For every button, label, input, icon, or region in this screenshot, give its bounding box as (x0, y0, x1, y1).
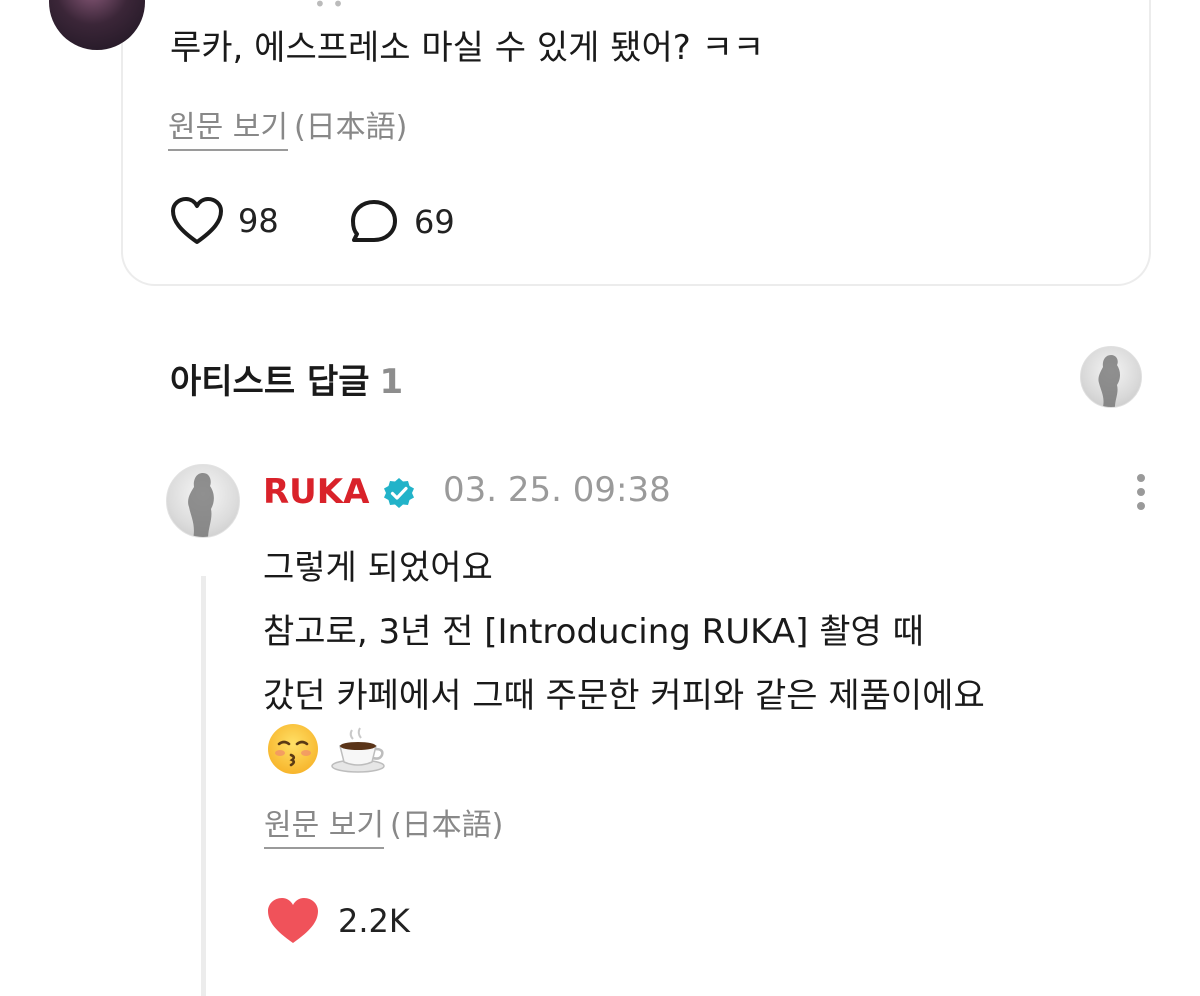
reply-timestamp: 03. 25. 09:38 (443, 470, 671, 510)
post-like-count: 98 (238, 202, 279, 240)
reply-author-silhouette (188, 473, 214, 537)
post-translate-lang: (日本語) (293, 110, 408, 145)
reply-like-button[interactable]: 2.2K (266, 896, 410, 946)
post-translate-link[interactable]: 원문 보기 (168, 110, 288, 151)
reply-thread-line (201, 576, 206, 996)
post-comment-count: 69 (414, 203, 455, 241)
reply-like-count: 2.2K (338, 902, 410, 940)
post-comment-button[interactable]: 69 (348, 198, 455, 246)
reply-author-avatar[interactable] (166, 464, 240, 538)
verified-badge-icon (384, 478, 414, 508)
kissing-face-emoji (268, 724, 318, 774)
reply-emoji-row (266, 722, 390, 776)
artist-replies-title: 아티스트 답글 (170, 362, 370, 402)
post-text: 루카, 에스프레소 마실 수 있게 됐어? ㅋㅋ (170, 28, 765, 68)
reply-translate-link[interactable]: 원문 보기 (264, 808, 384, 849)
post-like-button[interactable]: 98 (170, 196, 279, 246)
artist-avatar-small[interactable] (1080, 346, 1142, 408)
post-translate-toggle[interactable]: 원문 보기 (日本語) (168, 102, 408, 151)
hot-beverage-emoji (331, 727, 385, 773)
reply-line: 그렇게 되었어요 (263, 548, 493, 588)
more-vertical-icon[interactable] (1126, 472, 1156, 512)
heart-filled-icon (268, 898, 318, 943)
reply-translate-toggle[interactable]: 원문 보기 (日本語) (264, 800, 504, 849)
reply-author-name[interactable]: RUKA (263, 472, 369, 512)
reply-text: 그렇게 되었어요 참고로, 3년 전 [Introducing RUKA] 촬영… (263, 536, 985, 728)
comment-bubble-icon (351, 200, 397, 242)
artist-replies-header: 아티스트 답글 1 (170, 354, 403, 403)
reply-line: 갔던 카페에서 그때 주문한 커피와 같은 제품이에요 (263, 676, 985, 716)
reply-line: 참고로, 3년 전 [Introducing RUKA] 촬영 때 (263, 612, 924, 652)
heart-outline-icon (171, 197, 223, 244)
artist-replies-count: 1 (379, 362, 404, 402)
artist-silhouette (1098, 355, 1120, 407)
post-meta-dots: • • (314, 0, 344, 16)
reply-translate-lang: (日本語) (389, 808, 504, 843)
